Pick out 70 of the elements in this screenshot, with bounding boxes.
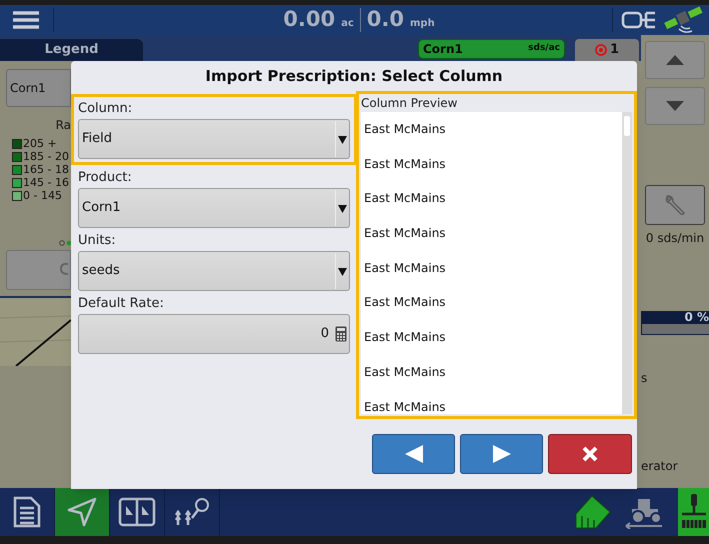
dialog-title: Import Prescription: Select Column xyxy=(204,66,504,87)
preview-row-text: East McMains xyxy=(364,364,447,381)
rate-reading: 0 sds/min xyxy=(646,230,704,247)
area-value: 0.00 xyxy=(283,6,336,34)
preview-row-text: East McMains xyxy=(364,398,447,414)
progress-reading: 0 % xyxy=(684,311,709,324)
field-label: Default Rate: xyxy=(78,295,165,313)
target-button[interactable]: 1 xyxy=(575,39,639,61)
number-field[interactable]: 0 xyxy=(78,314,350,354)
page-dots-icon xyxy=(59,240,71,246)
dropdown[interactable]: Corn1 xyxy=(78,188,350,228)
document-icon xyxy=(13,496,41,528)
legend-tab[interactable]: Legend xyxy=(0,39,143,61)
preview-row-text: East McMains xyxy=(364,121,447,138)
close-icon xyxy=(582,446,598,462)
scrollbar-thumb[interactable] xyxy=(624,116,630,136)
target-icon xyxy=(594,44,607,56)
navigation-arrow-icon xyxy=(67,497,97,527)
field-label: Column: xyxy=(78,100,134,118)
product-tab[interactable]: Corn1 sds/ac xyxy=(418,39,565,59)
field-label: Product: xyxy=(78,169,133,187)
right-triangle-icon xyxy=(492,445,510,463)
legend-heading: Ra xyxy=(56,117,71,134)
dropdown-value: Field xyxy=(81,130,114,148)
preview-row-text: East McMains xyxy=(364,156,447,173)
preview-row-text: East McMains xyxy=(364,329,447,346)
preview-row-text: East McMains xyxy=(364,294,447,312)
back-button[interactable] xyxy=(372,434,455,474)
speed-unit: mph xyxy=(410,16,435,30)
field-label: Units: xyxy=(78,232,117,250)
next-button[interactable] xyxy=(460,434,543,474)
coverage-stack-icon[interactable] xyxy=(574,494,612,530)
legend-range: 165 - 18 xyxy=(23,163,69,176)
up-arrow-icon xyxy=(666,55,684,65)
legend-range: 185 - 20 xyxy=(23,150,69,163)
scroll-down-button[interactable] xyxy=(645,87,705,125)
product-button[interactable]: Corn1 xyxy=(6,69,71,107)
menu-icon[interactable] xyxy=(13,11,39,29)
left-triangle-icon xyxy=(404,445,422,463)
legend-range: 0 - 145 xyxy=(23,189,62,202)
implement-icon[interactable] xyxy=(621,9,657,31)
wrench-button[interactable] xyxy=(645,185,705,225)
split-screen-icon xyxy=(118,497,156,527)
down-arrow-icon xyxy=(666,101,684,111)
implement-status-button[interactable] xyxy=(678,488,709,536)
preview-row-text: East McMains xyxy=(364,225,447,242)
dropdown-caret-icon xyxy=(338,266,347,276)
area-unit: ac xyxy=(341,16,354,30)
side-text: s xyxy=(641,370,648,387)
dropdown-caret-icon xyxy=(338,134,347,144)
field-value: 0 xyxy=(320,325,329,344)
dropdown-value: Corn1 xyxy=(81,199,122,218)
cancel-button[interactable] xyxy=(548,434,632,474)
product-unit: sds/ac xyxy=(528,42,560,56)
dropdown[interactable]: Field xyxy=(78,119,350,159)
scroll-up-button[interactable] xyxy=(645,41,705,79)
plants-magnifier-icon xyxy=(172,497,212,527)
legend-range: 205 + xyxy=(23,137,57,150)
side-text: erator xyxy=(641,458,678,475)
preview-row-text: East McMains xyxy=(364,190,447,208)
scrollbar[interactable] xyxy=(622,112,632,414)
dropdown-caret-icon xyxy=(338,204,347,212)
legend-range: 145 - 16 xyxy=(23,176,69,189)
preview-row-text: East McMains xyxy=(364,260,447,277)
dropdown-value: seeds xyxy=(81,262,121,280)
dropdown[interactable]: seeds xyxy=(78,251,350,291)
preview-heading: Column Preview xyxy=(360,95,458,112)
speed-value: 0.0 xyxy=(366,6,404,34)
satellite-icon[interactable] xyxy=(663,6,705,34)
calculator-icon xyxy=(335,326,347,342)
